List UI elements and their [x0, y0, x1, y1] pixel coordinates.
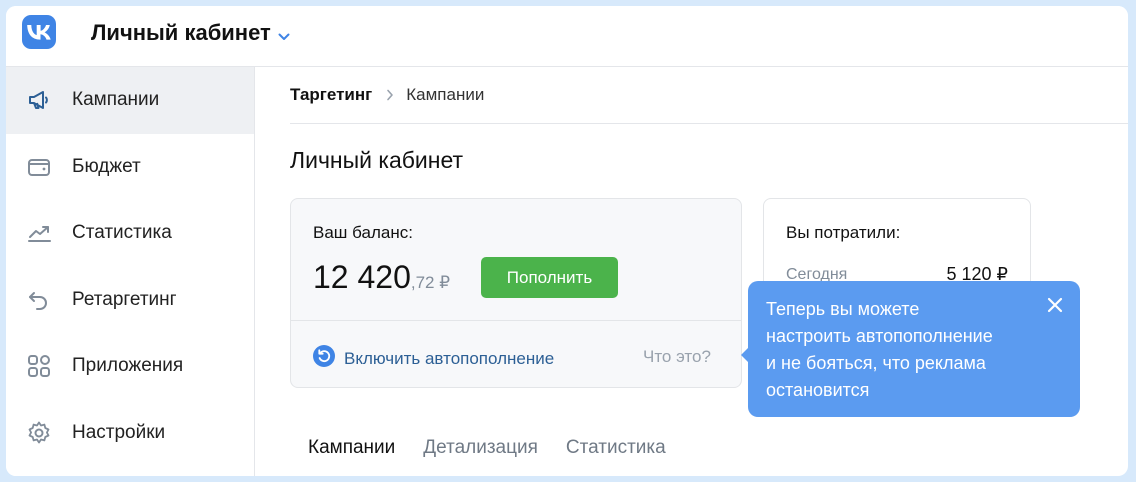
- tooltip-line: остановится: [766, 380, 870, 400]
- sidebar-item-retargeting[interactable]: Ретаргетинг: [6, 267, 254, 334]
- sidebar-item-statistics[interactable]: Статистика: [6, 200, 254, 267]
- autotopup-icon: [313, 345, 335, 372]
- undo-arrow-icon: [26, 287, 52, 313]
- vk-logo[interactable]: [22, 15, 56, 49]
- topup-button[interactable]: Пополнить: [481, 257, 618, 298]
- autotopup-label: Включить автопополнение: [344, 348, 555, 368]
- chart-line-icon: [26, 220, 52, 246]
- top-bar: Личный кабинет: [6, 6, 1128, 67]
- sidebar-item-label: Настройки: [72, 421, 166, 443]
- sidebar-item-label: Статистика: [72, 222, 172, 244]
- tab-details[interactable]: Детализация: [423, 437, 538, 459]
- apps-grid-icon: [26, 353, 52, 379]
- sidebar-item-campaigns[interactable]: Кампании: [6, 67, 254, 134]
- balance-label: Ваш баланс:: [313, 223, 413, 242]
- gear-icon: [26, 420, 52, 446]
- tabs: Кампании Детализация Статистика: [308, 437, 666, 459]
- tooltip-line: и не бояться, что реклама: [766, 353, 986, 373]
- tab-campaigns[interactable]: Кампании: [308, 437, 395, 459]
- sidebar-item-apps[interactable]: Приложения: [6, 333, 254, 400]
- tooltip-line: Теперь вы можете: [766, 299, 920, 319]
- sidebar-item-label: Ретаргетинг: [72, 288, 177, 310]
- sidebar-item-budget[interactable]: Бюджет: [6, 134, 254, 201]
- tab-statistics[interactable]: Статистика: [566, 437, 666, 459]
- balance-amount: 12 420,72 ₽: [313, 259, 450, 296]
- page-title: Личный кабинет: [290, 147, 464, 173]
- breadcrumb-campaigns: Кампании: [406, 85, 485, 104]
- tooltip-text: Теперь вы можете настроить автопополнени…: [766, 296, 1036, 404]
- sidebar: Кампании Бюджет Статистика Ретаргетинг П…: [6, 67, 255, 476]
- spent-label: Вы потратили:: [786, 223, 901, 242]
- what-is-this-link[interactable]: Что это?: [643, 347, 711, 367]
- sidebar-item-settings[interactable]: Настройки: [6, 400, 254, 467]
- chevron-right-icon: [386, 89, 394, 101]
- account-title[interactable]: Личный кабинет: [91, 20, 271, 46]
- autotopup-toggle[interactable]: Включить автопополнение: [313, 345, 554, 372]
- sidebar-item-label: Приложения: [72, 355, 184, 377]
- tooltip-line: настроить автопополнение: [766, 326, 993, 346]
- balance-card: Ваш баланс: 12 420,72 ₽ Пополнить Включи…: [290, 198, 742, 388]
- vk-logo-glyph: [27, 24, 51, 40]
- autotopup-tooltip: Теперь вы можете настроить автопополнени…: [741, 281, 1080, 417]
- sidebar-item-label: Бюджет: [72, 155, 141, 177]
- breadcrumb: Таргетинг Кампании: [290, 67, 1128, 124]
- wallet-icon: [26, 154, 52, 180]
- balance-amount-cents: ,72 ₽: [410, 273, 451, 292]
- tooltip-arrow: [741, 347, 749, 363]
- chevron-down-icon[interactable]: [278, 28, 290, 46]
- divider: [291, 320, 741, 321]
- megaphone-icon: [26, 87, 52, 113]
- sidebar-item-label: Кампании: [72, 89, 160, 111]
- close-icon[interactable]: [1047, 297, 1063, 318]
- balance-amount-main: 12 420: [313, 259, 411, 295]
- breadcrumb-targeting[interactable]: Таргетинг: [290, 85, 372, 105]
